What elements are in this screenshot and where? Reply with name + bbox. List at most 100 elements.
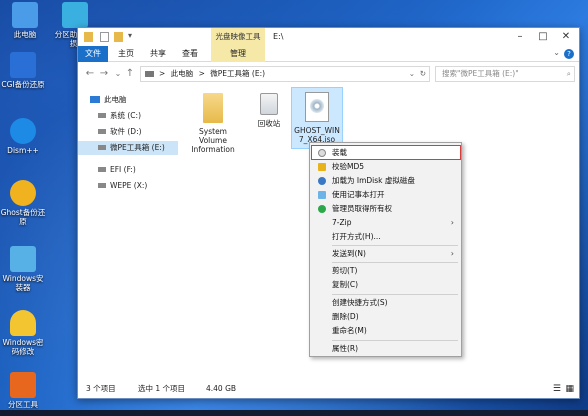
tab-view[interactable]: 查看 <box>176 46 204 62</box>
desktop-icon-dism[interactable]: Dism++ <box>0 118 46 155</box>
expand-ribbon-icon[interactable]: ⌄ <box>553 48 560 57</box>
menu-item-rename[interactable]: 重命名(M) <box>312 324 460 337</box>
drive-icon <box>98 129 106 134</box>
menu-item-delete[interactable]: 删除(D) <box>312 310 460 323</box>
admin-shield-icon <box>318 205 326 213</box>
nav-item-drive-f[interactable]: EFI (F:) <box>78 163 178 176</box>
breadcrumb-this-pc[interactable]: 此电脑 <box>171 69 194 78</box>
ribbon-tabs: 文件 主页 共享 查看 管理 ⌄ ? <box>78 46 579 62</box>
desktop-icon-label: Windows密码修改 <box>2 338 44 356</box>
menu-item-verify-md5[interactable]: 校验MD5 <box>312 160 460 173</box>
nav-item-label: WEPE (X:) <box>110 181 148 190</box>
menu-separator <box>332 262 458 263</box>
desktop-icon-windows-password[interactable]: Windows密码修改 <box>0 310 46 356</box>
nav-item-drive-x[interactable]: WEPE (X:) <box>78 179 178 192</box>
key-icon <box>10 310 36 336</box>
file-name: System Volume Information <box>191 127 235 154</box>
menu-item-create-shortcut[interactable]: 创建快捷方式(S) <box>312 296 460 309</box>
nav-item-drive-c[interactable]: 系统 (C:) <box>78 109 178 122</box>
menu-item-properties[interactable]: 属性(R) <box>312 342 460 355</box>
submenu-arrow-icon: › <box>450 218 454 227</box>
menu-item-label: 校验MD5 <box>332 162 365 171</box>
quick-access-dropdown-icon[interactable]: ▾ <box>128 31 132 40</box>
breadcrumb-drive-e[interactable]: 微PE工具箱 (E:) <box>210 69 265 78</box>
menu-item-7zip[interactable]: 7-Zip › <box>312 216 460 229</box>
details-view-icon[interactable]: ☰ <box>553 380 561 398</box>
forward-arrow-icon[interactable]: → <box>98 68 110 80</box>
desktop-icon-ghost-backup[interactable]: Ghost备份还原 <box>0 180 46 226</box>
nav-item-label: 系统 (C:) <box>110 111 141 120</box>
menu-item-label: 管理员取得所有权 <box>332 204 392 213</box>
search-icon: ⌕ <box>566 69 571 78</box>
menu-item-send-to[interactable]: 发送到(N) › <box>312 247 460 260</box>
search-input[interactable]: 搜索"微PE工具箱 (E:)" ⌕ <box>435 66 575 82</box>
context-menu: 装载 校验MD5 加载为 ImDisk 虚拟磁盘 使用记事本打开 管理员取得所有… <box>309 142 462 357</box>
back-arrow-icon[interactable]: ← <box>84 68 96 80</box>
drive-icon <box>98 145 106 150</box>
drive-icon <box>98 113 106 118</box>
menu-item-label: 装载 <box>332 148 347 157</box>
menu-item-mount[interactable]: 装载 <box>311 145 461 160</box>
menu-item-open-with[interactable]: 打开方式(H)... <box>312 230 460 243</box>
menu-item-label: 属性(R) <box>332 344 359 353</box>
maximize-button[interactable]: □ <box>532 29 554 45</box>
nav-item-drive-d[interactable]: 软件 (D:) <box>78 125 178 138</box>
minimize-button[interactable]: – <box>509 29 531 45</box>
address-bar[interactable]: > 此电脑 > 微PE工具箱 (E:) ⌄ ↻ <box>140 66 430 82</box>
folder-icon <box>84 32 93 42</box>
disc-icon <box>318 149 326 157</box>
desktop-icon-label: 分区工具 <box>8 400 38 409</box>
menu-item-take-ownership[interactable]: 管理员取得所有权 <box>312 202 460 215</box>
desktop-icon-label: Windows安装器 <box>2 274 44 292</box>
large-icons-view-icon[interactable]: ▦ <box>565 380 574 398</box>
nav-item-label: EFI (F:) <box>110 165 136 174</box>
menu-item-open-notepad[interactable]: 使用记事本打开 <box>312 188 460 201</box>
menu-item-cut[interactable]: 剪切(T) <box>312 264 460 277</box>
status-selected-count: 选中 1 个项目 <box>138 384 186 393</box>
desktop-icon-windows-installer[interactable]: Windows安装器 <box>0 246 46 292</box>
navigation-bar: ← → ⌄ ↑ > 此电脑 > 微PE工具箱 (E:) ⌄ ↻ 搜索"微PE工具… <box>78 63 579 85</box>
desktop-icon-label: 此电脑 <box>13 30 37 39</box>
menu-item-label: 删除(D) <box>332 312 359 321</box>
menu-item-label: 复制(C) <box>332 280 359 289</box>
tab-manage[interactable]: 管理 <box>211 46 265 62</box>
shield-icon <box>318 163 326 171</box>
imdisk-icon <box>318 177 326 185</box>
menu-item-label: 创建快捷方式(S) <box>332 298 388 307</box>
submenu-arrow-icon: › <box>450 249 454 258</box>
tab-share[interactable]: 共享 <box>144 46 172 62</box>
desktop-icon-partition-tool[interactable]: 分区工具 <box>0 372 46 409</box>
file-item-folder[interactable]: System Volume Information <box>187 89 239 154</box>
menu-item-copy[interactable]: 复制(C) <box>312 278 460 291</box>
tab-home[interactable]: 主页 <box>112 46 140 62</box>
refresh-icon[interactable]: ↻ <box>420 67 426 81</box>
menu-separator <box>332 340 458 341</box>
desktop-icon-computer[interactable]: 此电脑 <box>2 2 48 39</box>
tab-file[interactable]: 文件 <box>78 46 108 62</box>
recent-dropdown-icon[interactable]: ⌄ <box>112 68 124 80</box>
file-item-recycle-bin[interactable]: 回收站 <box>243 89 295 128</box>
address-dropdown-icon[interactable]: ⌄ <box>409 67 415 81</box>
installer-icon <box>10 246 36 272</box>
nav-item-this-pc[interactable]: 此电脑 <box>78 93 178 106</box>
breadcrumb-separator: > <box>159 69 166 78</box>
navigation-pane: 此电脑 系统 (C:) 软件 (D:) 微PE工具箱 (E:) EFI (F:)… <box>78 85 178 380</box>
help-icon[interactable]: ? <box>564 49 574 59</box>
status-item-count: 3 个项目 <box>86 384 116 393</box>
up-arrow-icon[interactable]: ↑ <box>124 68 136 80</box>
close-button[interactable]: ✕ <box>555 29 577 45</box>
properties-icon[interactable] <box>100 32 109 42</box>
gear-icon <box>10 118 36 144</box>
menu-item-label: 发送到(N) <box>332 249 366 258</box>
file-item-iso[interactable]: GHOST_WIN7_X64.iso <box>291 87 343 149</box>
search-placeholder: 搜索"微PE工具箱 (E:)" <box>442 69 519 78</box>
menu-item-label: 加载为 ImDisk 虚拟磁盘 <box>332 176 415 185</box>
context-tab-title: 光盘映像工具 <box>211 28 265 46</box>
new-folder-icon[interactable] <box>114 32 123 42</box>
menu-item-label: 使用记事本打开 <box>332 190 385 199</box>
folder-icon <box>203 93 223 123</box>
menu-item-label: 7-Zip <box>332 218 352 227</box>
nav-item-drive-e[interactable]: 微PE工具箱 (E:) <box>78 141 178 155</box>
menu-item-imdisk[interactable]: 加载为 ImDisk 虚拟磁盘 <box>312 174 460 187</box>
desktop-icon-cgi-backup[interactable]: CGI备份还原 <box>0 52 46 89</box>
